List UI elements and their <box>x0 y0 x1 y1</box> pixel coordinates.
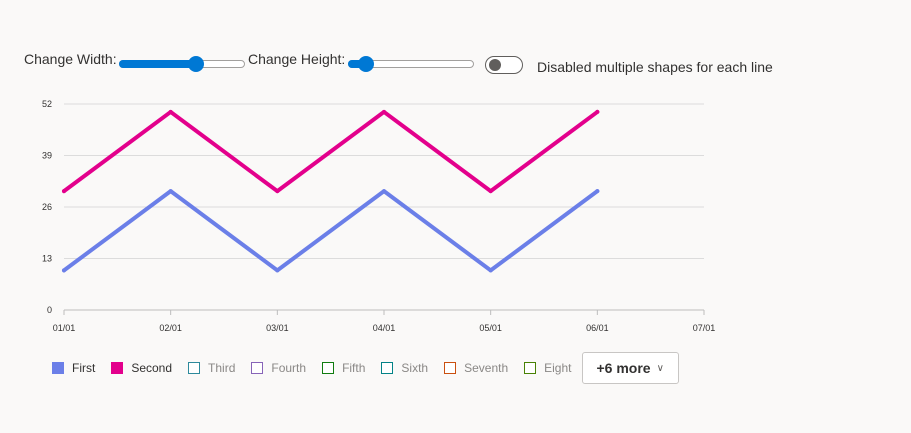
legend-item-sixth[interactable]: Sixth <box>381 361 428 375</box>
chart-legend: First Second Third Fourth Fifth Sixth Seventh E… <box>52 352 679 384</box>
series-lines <box>62 109 600 273</box>
data-point <box>62 189 66 194</box>
data-point <box>168 109 173 114</box>
legend-swatch <box>111 362 124 374</box>
legend-swatch <box>188 362 201 374</box>
legend-swatch <box>381 362 394 374</box>
legend-item-seventh[interactable]: Seventh <box>444 361 508 375</box>
x-tick-label: 06/01 <box>586 323 609 333</box>
data-point <box>595 189 600 194</box>
y-tick-label: 52 <box>42 99 52 109</box>
legend-swatch <box>322 362 335 374</box>
data-point <box>382 189 386 194</box>
legend-swatch <box>52 362 64 374</box>
legend-label: Fifth <box>342 361 366 375</box>
legend-swatch <box>524 362 537 374</box>
legend-swatch <box>444 362 457 374</box>
legend-item-fourth[interactable]: Fourth <box>251 361 306 375</box>
legend-item-fifth[interactable]: Fifth <box>322 361 365 375</box>
x-tick-label: 02/01 <box>159 323 182 333</box>
legend-item-first[interactable]: First <box>52 361 95 375</box>
legend-item-third[interactable]: Third <box>188 361 235 375</box>
legend-item-eight[interactable]: Eight <box>524 361 572 375</box>
x-tick-label: 04/01 <box>373 323 396 333</box>
legend-more-label: +6 more <box>596 360 651 376</box>
x-tick-label: 03/01 <box>266 323 289 333</box>
data-point <box>382 109 386 114</box>
y-tick-label: 13 <box>42 254 52 264</box>
x-tick-label: 05/01 <box>479 323 502 333</box>
legend-item-second[interactable]: Second <box>111 361 172 375</box>
data-point <box>488 189 493 194</box>
data-point <box>275 268 280 273</box>
legend-label: Seventh <box>464 361 509 375</box>
legend-label: Sixth <box>401 361 429 375</box>
legend-label: Eight <box>544 361 572 375</box>
data-point <box>488 268 493 273</box>
y-tick-label: 0 <box>47 305 52 315</box>
y-tick-label: 39 <box>42 151 52 161</box>
grid-lines <box>64 103 704 311</box>
data-point <box>275 189 280 194</box>
x-tick-label: 07/01 <box>693 323 716 333</box>
legend-label: Third <box>208 361 236 375</box>
legend-swatch <box>251 362 264 374</box>
data-point <box>62 268 66 273</box>
legend-label: Fourth <box>271 361 307 375</box>
legend-label: First <box>72 361 96 375</box>
x-axis: 01/01 02/01 03/01 04/01 05/01 06/01 07/01 <box>53 310 716 333</box>
chevron-down-icon: ∨ <box>656 362 664 374</box>
y-axis: 0 13 26 39 52 <box>42 99 52 315</box>
legend-label: Second <box>131 361 173 375</box>
x-tick-label: 01/01 <box>53 323 76 333</box>
data-point <box>168 189 173 194</box>
legend-more-button[interactable]: +6 more ∨ <box>581 352 679 384</box>
data-point <box>595 109 600 114</box>
y-tick-label: 26 <box>42 202 52 212</box>
series-line-second <box>62 109 600 194</box>
